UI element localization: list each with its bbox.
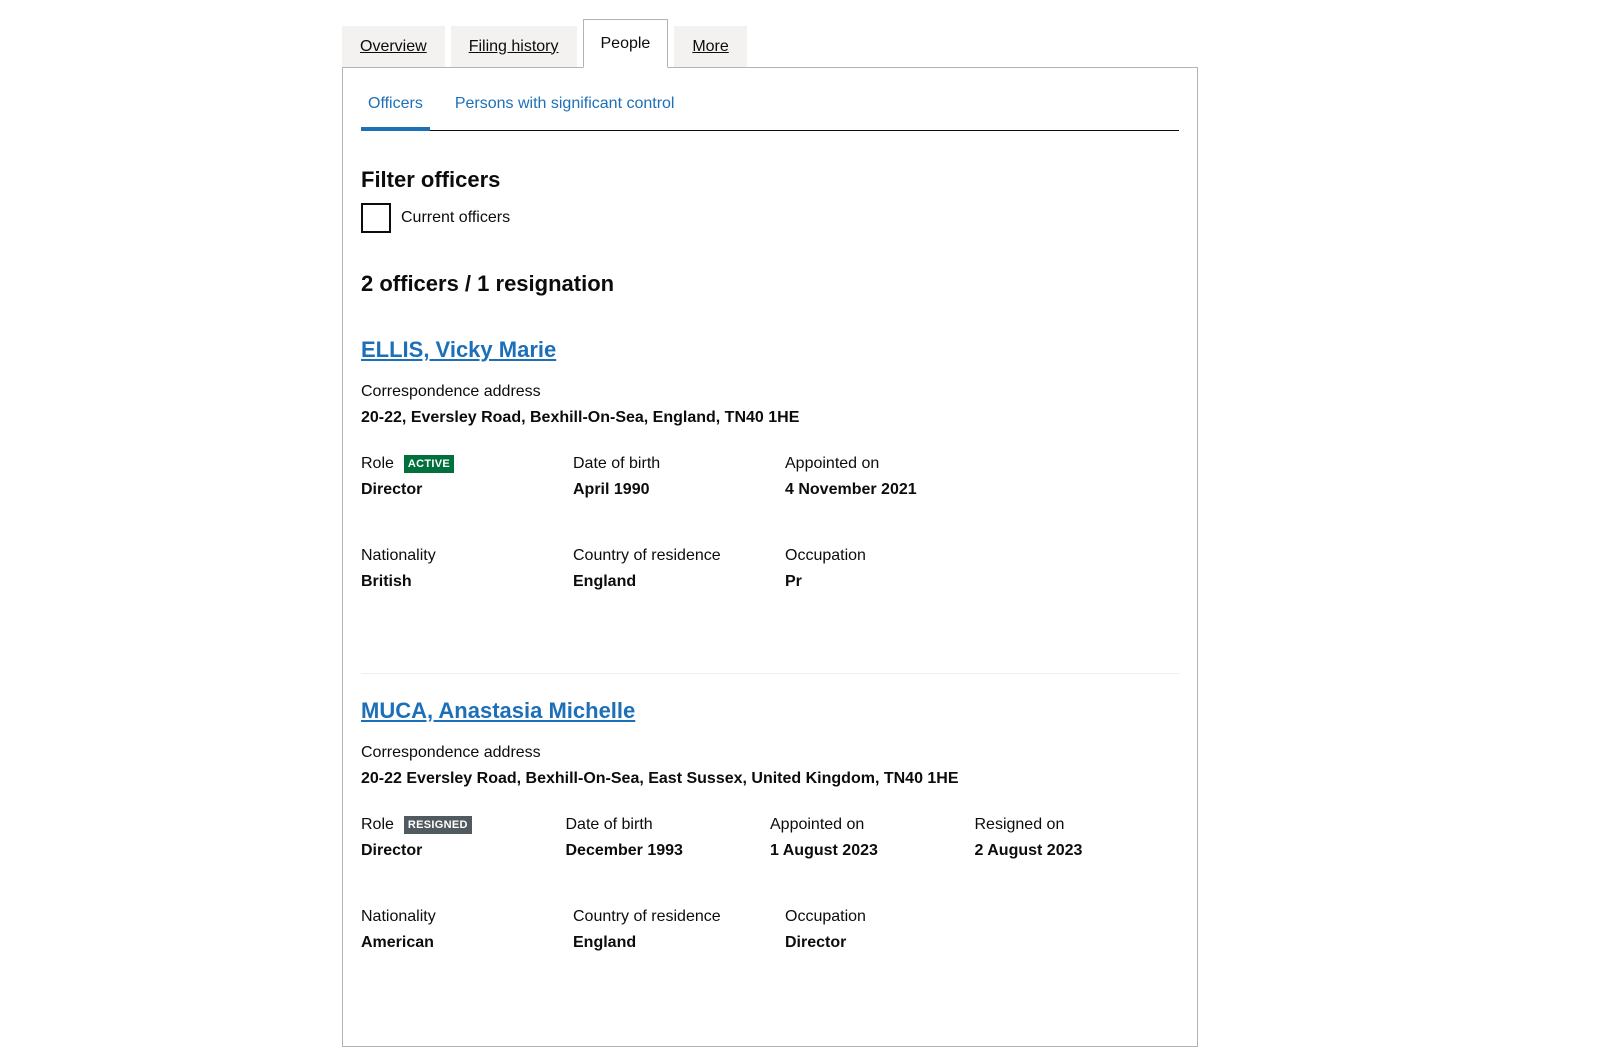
nationality-value: American: [361, 934, 434, 951]
officer-name-link[interactable]: MUCA, Anastasia Michelle: [361, 698, 635, 724]
current-officers-filter[interactable]: Current officers: [361, 203, 1179, 233]
appointed-cell: Appointed on 4 November 2021: [785, 455, 997, 499]
officer-count: 2 officers / 1 resignation: [361, 271, 615, 296]
country-label: Country of residence: [573, 908, 721, 925]
resigned-value: 2 August 2023: [974, 842, 1083, 859]
status-badge: RESIGNED: [403, 816, 472, 834]
country-value: England: [573, 573, 637, 590]
resigned-cell: Resigned on 2 August 2023: [975, 816, 1180, 860]
country-value: England: [573, 934, 637, 951]
sub-tabs: Officers Persons with significant contro…: [361, 68, 1179, 131]
officer-details-row: Nationality British Country of residence…: [361, 547, 1179, 591]
officer-item: MUCA, Anastasia Michelle Correspondence …: [361, 673, 1179, 952]
occupation-cell: Occupation Pr: [785, 547, 997, 591]
address-value: 20-22 Eversley Road, Bexhill-On-Sea, Eas…: [361, 770, 959, 787]
appointed-label: Appointed on: [785, 455, 880, 472]
occupation-value: Pr: [785, 573, 802, 590]
appointed-value: 1 August 2023: [770, 842, 878, 859]
officer-details-row: Role RESIGNED Director Date of birth Dece…: [361, 816, 1179, 860]
occupation-value: Director: [785, 934, 847, 951]
country-cell: Country of residence England: [573, 908, 785, 952]
officer-item: ELLIS, Vicky Marie Correspondence addres…: [361, 337, 1179, 673]
occupation-label: Occupation: [785, 908, 866, 925]
role-label: Role: [361, 816, 394, 833]
role-cell: Role ACTIVE Director: [361, 455, 573, 499]
tab-people[interactable]: People: [582, 19, 669, 68]
people-panel: Officers Persons with significant contro…: [342, 67, 1198, 1047]
role-value: Director: [361, 842, 423, 859]
appointed-cell: Appointed on 1 August 2023: [770, 816, 975, 860]
nationality-cell: Nationality British: [361, 547, 573, 591]
dob-cell: Date of birth April 1990: [573, 455, 785, 499]
tab-overview[interactable]: Overview: [342, 26, 445, 67]
resigned-label: Resigned on: [974, 816, 1065, 833]
role-cell: Role RESIGNED Director: [361, 816, 566, 860]
officer-details-row: Nationality American Country of residenc…: [361, 908, 1179, 952]
address-label: Correspondence address: [361, 383, 541, 400]
status-badge: ACTIVE: [403, 455, 455, 473]
dob-cell: Date of birth December 1993: [566, 816, 771, 860]
address-label: Correspondence address: [361, 744, 541, 761]
nationality-label: Nationality: [361, 908, 436, 925]
dob-label: Date of birth: [573, 455, 661, 472]
nationality-value: British: [361, 573, 412, 590]
country-label: Country of residence: [573, 547, 721, 564]
role-value: Director: [361, 481, 423, 498]
address-value: 20-22, Eversley Road, Bexhill-On-Sea, En…: [361, 409, 800, 426]
appointed-label: Appointed on: [770, 816, 865, 833]
tab-filing-history[interactable]: Filing history: [450, 26, 577, 67]
nationality-label: Nationality: [361, 547, 436, 564]
officer-details-row: Role ACTIVE Director Date of birth April …: [361, 455, 1179, 499]
country-cell: Country of residence England: [573, 547, 785, 591]
dob-value: December 1993: [565, 842, 683, 859]
officer-name-link[interactable]: ELLIS, Vicky Marie: [361, 337, 556, 363]
main-tabs: Overview Filing history People More: [342, 18, 1198, 68]
current-officers-checkbox[interactable]: [361, 203, 391, 233]
occupation-label: Occupation: [785, 547, 866, 564]
filter-title: Filter officers: [361, 167, 501, 192]
subtab-officers[interactable]: Officers: [361, 95, 430, 131]
subtab-persons-significant-control[interactable]: Persons with significant control: [448, 95, 682, 131]
role-label: Role: [361, 455, 394, 472]
current-officers-label[interactable]: Current officers: [401, 209, 510, 227]
nationality-cell: Nationality American: [361, 908, 573, 952]
tab-more[interactable]: More: [674, 26, 747, 67]
occupation-cell: Occupation Director: [785, 908, 997, 952]
dob-label: Date of birth: [565, 816, 653, 833]
page-container: Overview Filing history People More Offi…: [342, 18, 1198, 1047]
dob-value: April 1990: [573, 481, 650, 498]
appointed-value: 4 November 2021: [785, 481, 917, 498]
